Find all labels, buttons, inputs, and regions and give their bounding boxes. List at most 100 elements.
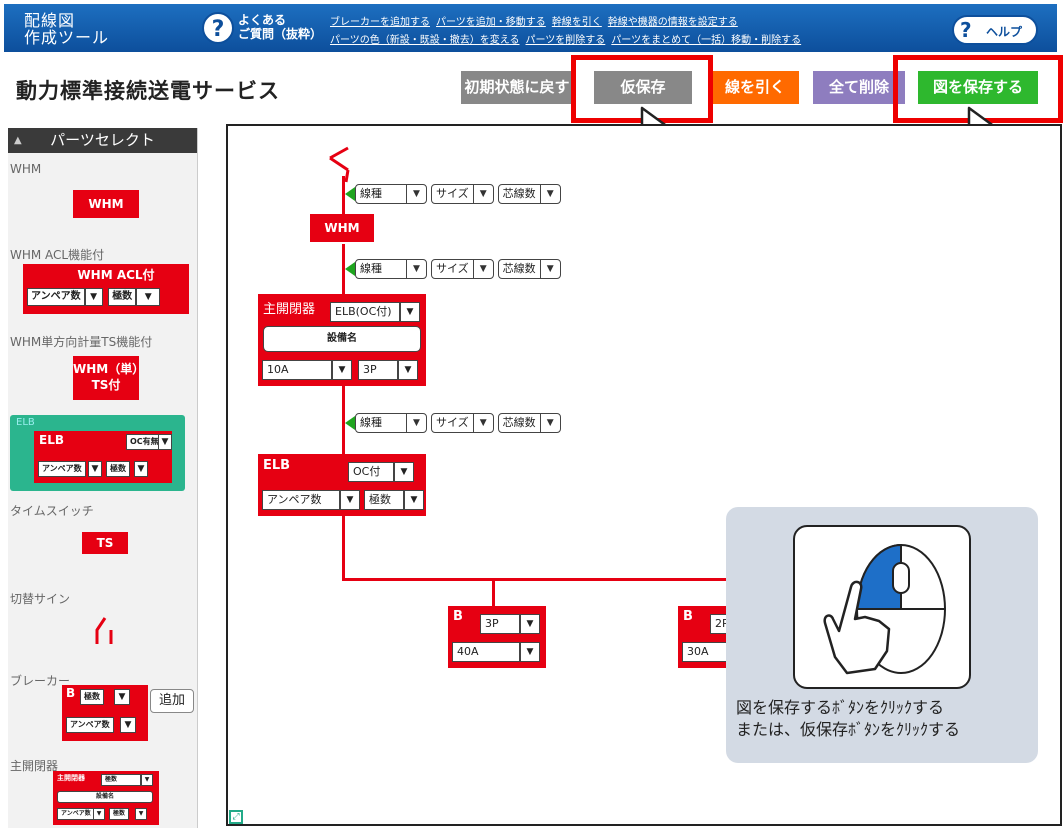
- chevron-down-icon[interactable]: ▼: [520, 642, 540, 662]
- amp-select[interactable]: アンペア数: [38, 461, 86, 477]
- part-elb-title: ELB: [39, 433, 64, 447]
- poles-select[interactable]: 極数: [106, 461, 130, 477]
- poles-select[interactable]: 極数: [109, 808, 130, 820]
- main-amp-select[interactable]: 10A: [262, 360, 332, 380]
- faq-link-bulk-move[interactable]: パーツをまとめて（一括）移動・削除する: [611, 31, 801, 46]
- elb-poles-select[interactable]: 極数: [364, 490, 404, 510]
- instruction-popup: 図を保存するﾎﾞﾀﾝをｸﾘｯｸする または、仮保存ﾎﾞﾀﾝをｸﾘｯｸする: [726, 507, 1038, 763]
- breaker-amp-select[interactable]: 40A: [452, 642, 520, 662]
- chevron-down-icon: ▼: [539, 414, 560, 432]
- main-switch-type-select[interactable]: ELB(OC付): [330, 302, 400, 322]
- help-button[interactable]: ? ヘルプ: [952, 15, 1038, 45]
- chevron-down-icon[interactable]: ▼: [120, 717, 136, 733]
- cable-marker-icon[interactable]: [345, 187, 355, 201]
- poles-select[interactable]: 極数: [80, 689, 104, 705]
- part-whm-acl[interactable]: WHM ACL付 アンペア数 ▼ 極数 ▼: [23, 264, 189, 314]
- amp-select[interactable]: アンペア数: [66, 717, 114, 733]
- faq-link-set-info[interactable]: 幹線や機器の情報を設定する: [608, 13, 738, 28]
- part-whm[interactable]: WHM: [73, 190, 139, 218]
- part-whm-ts-line1: WHM（単）: [73, 362, 145, 376]
- faq-link-draw-trunk[interactable]: 幹線を引く: [552, 13, 602, 28]
- equipment-name-field[interactable]: 設備名: [57, 791, 153, 803]
- cable-type-select[interactable]: 線種 ▼: [355, 259, 427, 279]
- breaker-block-1[interactable]: B 3P ▼ 40A ▼: [448, 606, 546, 668]
- amp-select[interactable]: アンペア数: [27, 287, 85, 306]
- part-breaker[interactable]: B 極数 ▼ アンペア数 ▼: [62, 685, 148, 741]
- cable-cores-select[interactable]: 芯線数 ▼: [497, 413, 561, 433]
- part-label-elb: ELB: [16, 417, 35, 428]
- faq-link-add-move-parts[interactable]: パーツを追加・移動する: [436, 13, 546, 28]
- cable-type-select[interactable]: 線種 ▼: [355, 413, 427, 433]
- faq-link-part-color[interactable]: パーツの色（新設・既設・撤去）を変える: [330, 31, 520, 46]
- cable-size-select[interactable]: サイズ ▼: [431, 184, 494, 204]
- part-time-switch[interactable]: TS: [82, 532, 128, 554]
- cable-cores-select[interactable]: 芯線数 ▼: [497, 259, 561, 279]
- main-switch-title: 主開閉器: [263, 302, 316, 317]
- expand-icon[interactable]: ⤢: [229, 810, 243, 824]
- poles-select[interactable]: 極数: [108, 287, 137, 306]
- amp-select[interactable]: アンペア数: [57, 808, 95, 820]
- chevron-down-icon[interactable]: ▼: [114, 689, 130, 705]
- branch-wire[interactable]: [342, 578, 742, 581]
- header-bar: 配線図 作成ツール ? よくある ご質問（抜粋） ブレーカーを追加する パーツを…: [4, 4, 1057, 52]
- part-label-switch-sign: 切替サイン: [10, 592, 71, 606]
- question-icon: ?: [960, 18, 972, 42]
- faq-link-add-breaker[interactable]: ブレーカーを追加する: [330, 13, 430, 28]
- chevron-down-icon[interactable]: ▼: [135, 808, 147, 820]
- breaker-poles-select[interactable]: 3P: [480, 614, 520, 634]
- page-title: 動力標準接続送電サービス: [16, 79, 280, 103]
- app-title-line1: 配線図: [24, 11, 76, 30]
- popup-line2: または、仮保存ﾎﾞﾀﾝをｸﾘｯｸする: [736, 720, 961, 739]
- breaker-title: B: [453, 609, 463, 624]
- part-main-switch[interactable]: 主開閉器 極数 ▼ 設備名 アンペア数 ▼ 極数 ▼: [53, 771, 159, 825]
- chevron-down-icon[interactable]: ▼: [332, 360, 352, 380]
- cable-cores-select[interactable]: 芯線数 ▼: [497, 184, 561, 204]
- chevron-down-icon: ▼: [539, 185, 560, 203]
- collapse-icon[interactable]: ▲: [14, 128, 22, 153]
- cable-size-select[interactable]: サイズ ▼: [431, 259, 494, 279]
- chevron-down-icon[interactable]: ▼: [93, 808, 105, 820]
- power-source-icon[interactable]: [320, 144, 360, 184]
- chevron-down-icon[interactable]: ▼: [404, 490, 424, 510]
- part-elb-selected[interactable]: ELB ELB OC有無 ▼ アンペア数 ▼ 極数 ▼: [10, 415, 185, 491]
- cable-marker-icon[interactable]: [345, 262, 355, 276]
- elb-block[interactable]: ELB OC付 ▼ アンペア数 ▼ 極数 ▼: [258, 454, 426, 516]
- part-label-whm-acl: WHM ACL機能付: [10, 248, 105, 262]
- chevron-down-icon[interactable]: ▼: [394, 462, 414, 482]
- chevron-down-icon: ▼: [406, 414, 426, 432]
- equipment-name-field[interactable]: 設備名: [263, 326, 421, 352]
- main-poles-select[interactable]: 3P: [358, 360, 398, 380]
- switch-sign-icon[interactable]: [93, 614, 123, 646]
- chevron-down-icon[interactable]: ▼: [158, 434, 172, 450]
- question-icon: ?: [202, 12, 234, 44]
- add-breaker-button[interactable]: 追加: [150, 689, 194, 713]
- draw-line-button[interactable]: 線を引く: [711, 71, 799, 104]
- cable-size-select[interactable]: サイズ ▼: [431, 413, 494, 433]
- elb-oc-select[interactable]: OC付: [348, 462, 394, 482]
- faq-button[interactable]: ? よくある ご質問（抜粋）: [202, 12, 322, 44]
- cable-marker-icon[interactable]: [345, 416, 355, 430]
- poles-select[interactable]: 極数: [101, 774, 141, 786]
- faq-link-delete-part[interactable]: パーツを削除する: [526, 31, 606, 46]
- reset-button[interactable]: 初期状態に戻す: [461, 71, 573, 104]
- chevron-down-icon[interactable]: ▼: [340, 490, 360, 510]
- chevron-down-icon[interactable]: ▼: [400, 302, 420, 322]
- elb-amp-select[interactable]: アンペア数: [262, 490, 340, 510]
- app-title-line2: 作成ツール: [24, 28, 110, 47]
- part-elb[interactable]: ELB OC有無 ▼ アンペア数 ▼ 極数 ▼: [34, 431, 172, 483]
- branch-wire[interactable]: [492, 578, 495, 606]
- chevron-down-icon[interactable]: ▼: [398, 360, 418, 380]
- chevron-down-icon[interactable]: ▼: [88, 461, 102, 477]
- chevron-down-icon[interactable]: ▼: [141, 774, 153, 786]
- trunk-wire[interactable]: [342, 516, 345, 580]
- parts-select-header[interactable]: ▲ パーツセレクト: [8, 128, 197, 153]
- chevron-down-icon[interactable]: ▼: [134, 461, 148, 477]
- whm-block[interactable]: WHM: [310, 214, 374, 242]
- cable-type-select[interactable]: 線種 ▼: [355, 184, 427, 204]
- chevron-down-icon[interactable]: ▼: [520, 614, 540, 634]
- clear-all-button[interactable]: 全て削除: [813, 71, 905, 104]
- chevron-down-icon[interactable]: ▼: [136, 287, 161, 306]
- main-switch-block[interactable]: 主開閉器 ELB(OC付) ▼ 設備名 10A ▼ 3P ▼: [258, 294, 426, 386]
- part-whm-ts[interactable]: WHM（単） TS付: [73, 356, 145, 400]
- chevron-down-icon[interactable]: ▼: [84, 287, 103, 306]
